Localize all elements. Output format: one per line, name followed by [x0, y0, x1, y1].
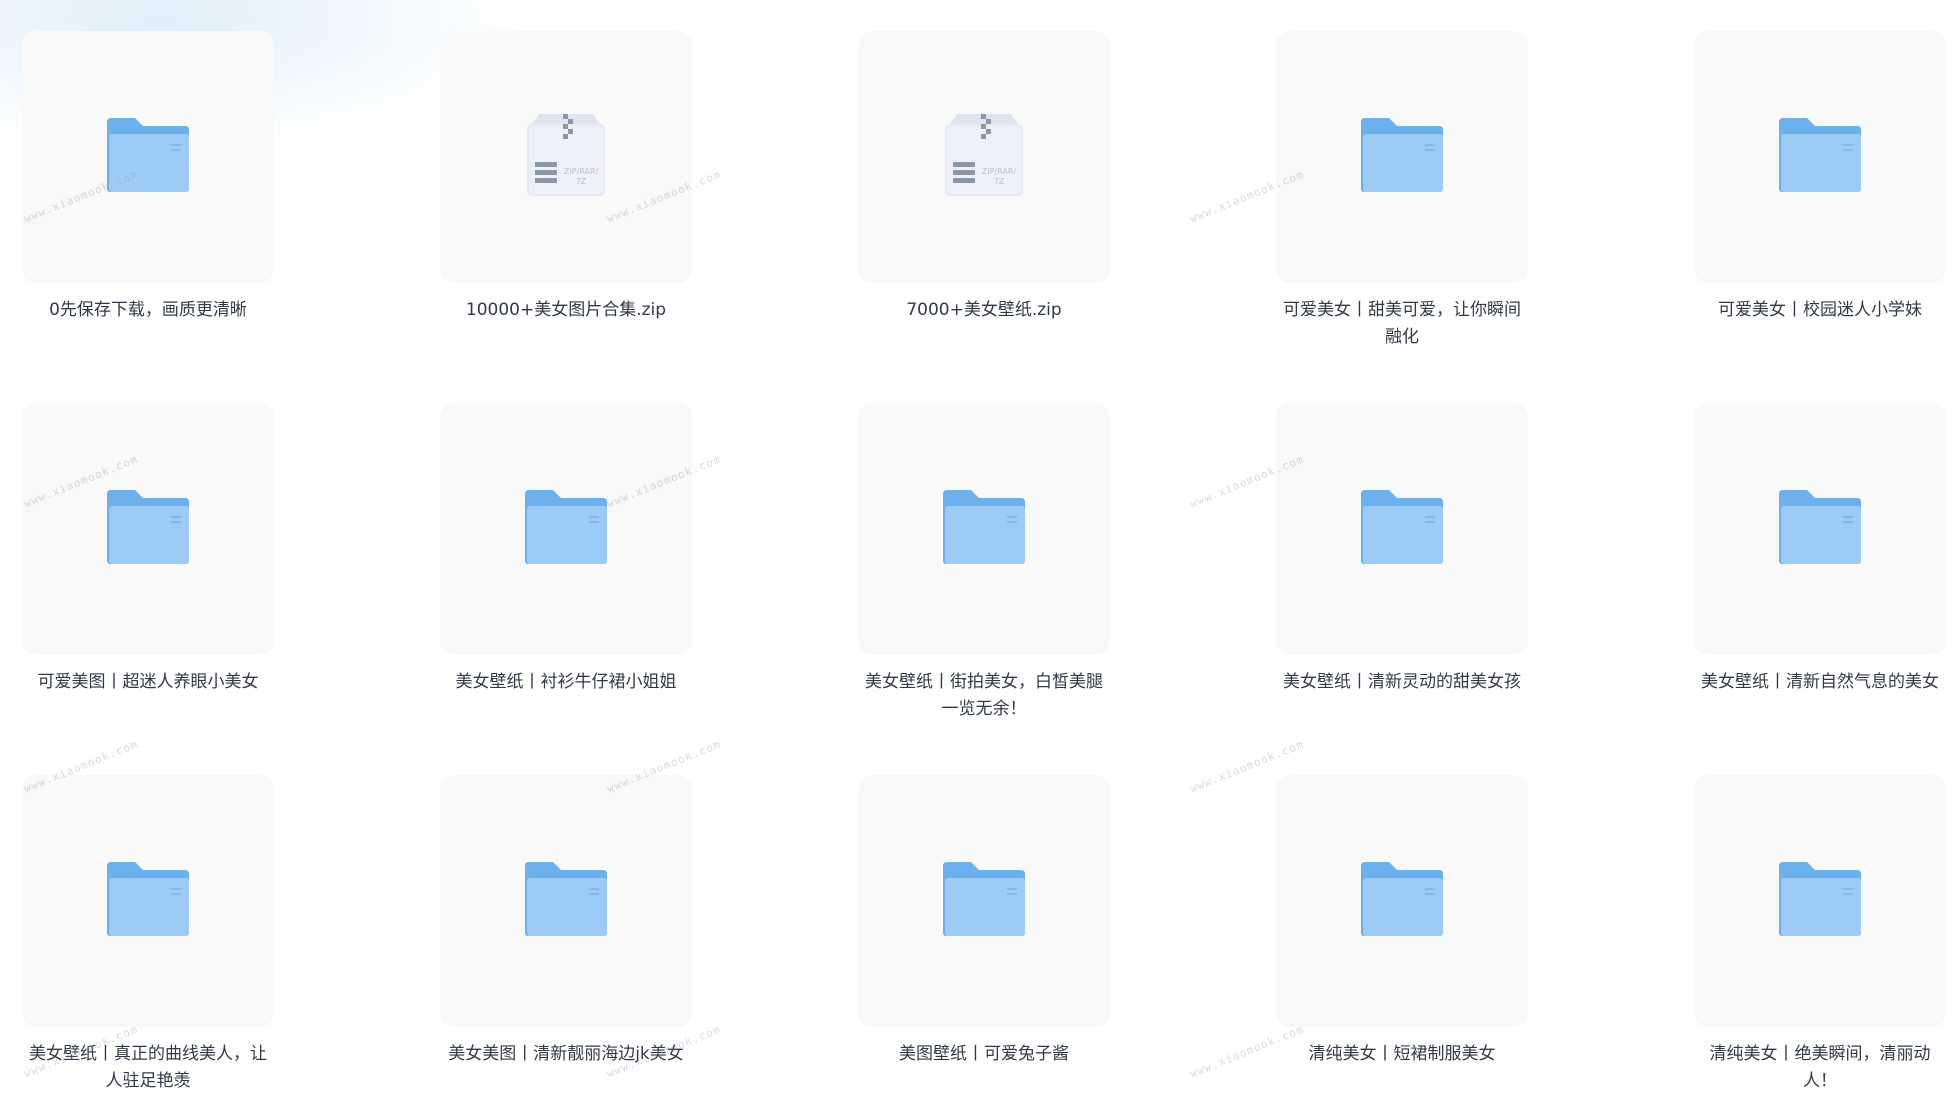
file-thumbnail[interactable]: ZIP/RAR/7Z	[858, 31, 1110, 283]
file-item[interactable]: 美女壁纸丨真正的曲线美人，让人驻足艳羡	[22, 775, 274, 1101]
file-thumbnail[interactable]	[440, 775, 692, 1027]
file-name[interactable]: 7000+美女壁纸.zip	[859, 297, 1109, 324]
folder-icon	[105, 488, 191, 570]
folder-icon	[1777, 488, 1863, 570]
file-thumbnail[interactable]	[1276, 775, 1528, 1027]
svg-text:ZIP/RAR/: ZIP/RAR/	[564, 167, 599, 176]
zip-icon: ZIP/RAR/7Z	[941, 112, 1027, 202]
file-name[interactable]: 可爱美女丨甜美可爱，让你瞬间融化	[1277, 297, 1527, 351]
file-item[interactable]: 可爱美女丨校园迷人小学妹	[1694, 31, 1946, 403]
file-name[interactable]: 美图壁纸丨可爱兔子酱	[859, 1041, 1109, 1068]
file-item[interactable]: 可爱美图丨超迷人养眼小美女	[22, 403, 274, 775]
file-item[interactable]: 清纯美女丨绝美瞬间，清丽动人！	[1694, 775, 1946, 1101]
folder-icon	[523, 488, 609, 570]
file-thumbnail[interactable]	[440, 403, 692, 655]
file-item[interactable]: 清纯美女丨短裙制服美女	[1276, 775, 1528, 1101]
file-item[interactable]: 美女美图丨清新靓丽海边jk美女	[440, 775, 692, 1101]
file-thumbnail[interactable]	[858, 403, 1110, 655]
folder-icon	[105, 860, 191, 942]
file-browser-page: 0先保存下载，画质更清晰 ZIP/RAR/7Z 10000+美女图片合集.zip ZI…	[0, 0, 1957, 1101]
file-grid: 0先保存下载，画质更清晰 ZIP/RAR/7Z 10000+美女图片合集.zip ZI…	[22, 31, 1946, 1101]
file-item[interactable]: 可爱美女丨甜美可爱，让你瞬间融化	[1276, 31, 1528, 403]
file-name[interactable]: 美女壁纸丨街拍美女，白皙美腿一览无余！	[859, 669, 1109, 723]
folder-icon	[105, 116, 191, 198]
file-item[interactable]: 美图壁纸丨可爱兔子酱	[858, 775, 1110, 1101]
file-item[interactable]: 美女壁纸丨街拍美女，白皙美腿一览无余！	[858, 403, 1110, 775]
file-thumbnail[interactable]: ZIP/RAR/7Z	[440, 31, 692, 283]
folder-icon	[1359, 488, 1445, 570]
file-name[interactable]: 美女壁纸丨衬衫牛仔裙小姐姐	[441, 669, 691, 696]
file-item[interactable]: 美女壁纸丨衬衫牛仔裙小姐姐	[440, 403, 692, 775]
file-thumbnail[interactable]	[1694, 403, 1946, 655]
file-thumbnail[interactable]	[1694, 775, 1946, 1027]
file-name[interactable]: 美女美图丨清新靓丽海边jk美女	[441, 1041, 691, 1068]
file-name[interactable]: 可爱美图丨超迷人养眼小美女	[23, 669, 273, 696]
file-thumbnail[interactable]	[858, 775, 1110, 1027]
file-name[interactable]: 美女壁纸丨清新自然气息的美女	[1695, 669, 1945, 696]
file-name[interactable]: 10000+美女图片合集.zip	[441, 297, 691, 324]
file-thumbnail[interactable]	[1276, 31, 1528, 283]
file-item[interactable]: 美女壁纸丨清新灵动的甜美女孩	[1276, 403, 1528, 775]
folder-icon	[523, 860, 609, 942]
zip-icon: ZIP/RAR/7Z	[523, 112, 609, 202]
folder-icon	[1777, 860, 1863, 942]
file-thumbnail[interactable]	[1276, 403, 1528, 655]
folder-icon	[941, 488, 1027, 570]
file-name[interactable]: 美女壁纸丨真正的曲线美人，让人驻足艳羡	[23, 1041, 273, 1095]
file-thumbnail[interactable]	[22, 31, 274, 283]
file-name[interactable]: 0先保存下载，画质更清晰	[23, 297, 273, 324]
file-item[interactable]: ZIP/RAR/7Z 10000+美女图片合集.zip	[440, 31, 692, 403]
folder-icon	[1359, 860, 1445, 942]
file-item[interactable]: 美女壁纸丨清新自然气息的美女	[1694, 403, 1946, 775]
svg-text:7Z: 7Z	[576, 177, 587, 186]
file-item[interactable]: 0先保存下载，画质更清晰	[22, 31, 274, 403]
file-thumbnail[interactable]	[22, 403, 274, 655]
file-name[interactable]: 可爱美女丨校园迷人小学妹	[1695, 297, 1945, 324]
file-name[interactable]: 清纯美女丨短裙制服美女	[1277, 1041, 1527, 1068]
file-name[interactable]: 美女壁纸丨清新灵动的甜美女孩	[1277, 669, 1527, 696]
folder-icon	[941, 860, 1027, 942]
svg-text:ZIP/RAR/: ZIP/RAR/	[982, 167, 1017, 176]
file-thumbnail[interactable]	[1694, 31, 1946, 283]
svg-text:7Z: 7Z	[994, 177, 1005, 186]
folder-icon	[1777, 116, 1863, 198]
file-name[interactable]: 清纯美女丨绝美瞬间，清丽动人！	[1695, 1041, 1945, 1095]
file-item[interactable]: ZIP/RAR/7Z 7000+美女壁纸.zip	[858, 31, 1110, 403]
file-thumbnail[interactable]	[22, 775, 274, 1027]
folder-icon	[1359, 116, 1445, 198]
